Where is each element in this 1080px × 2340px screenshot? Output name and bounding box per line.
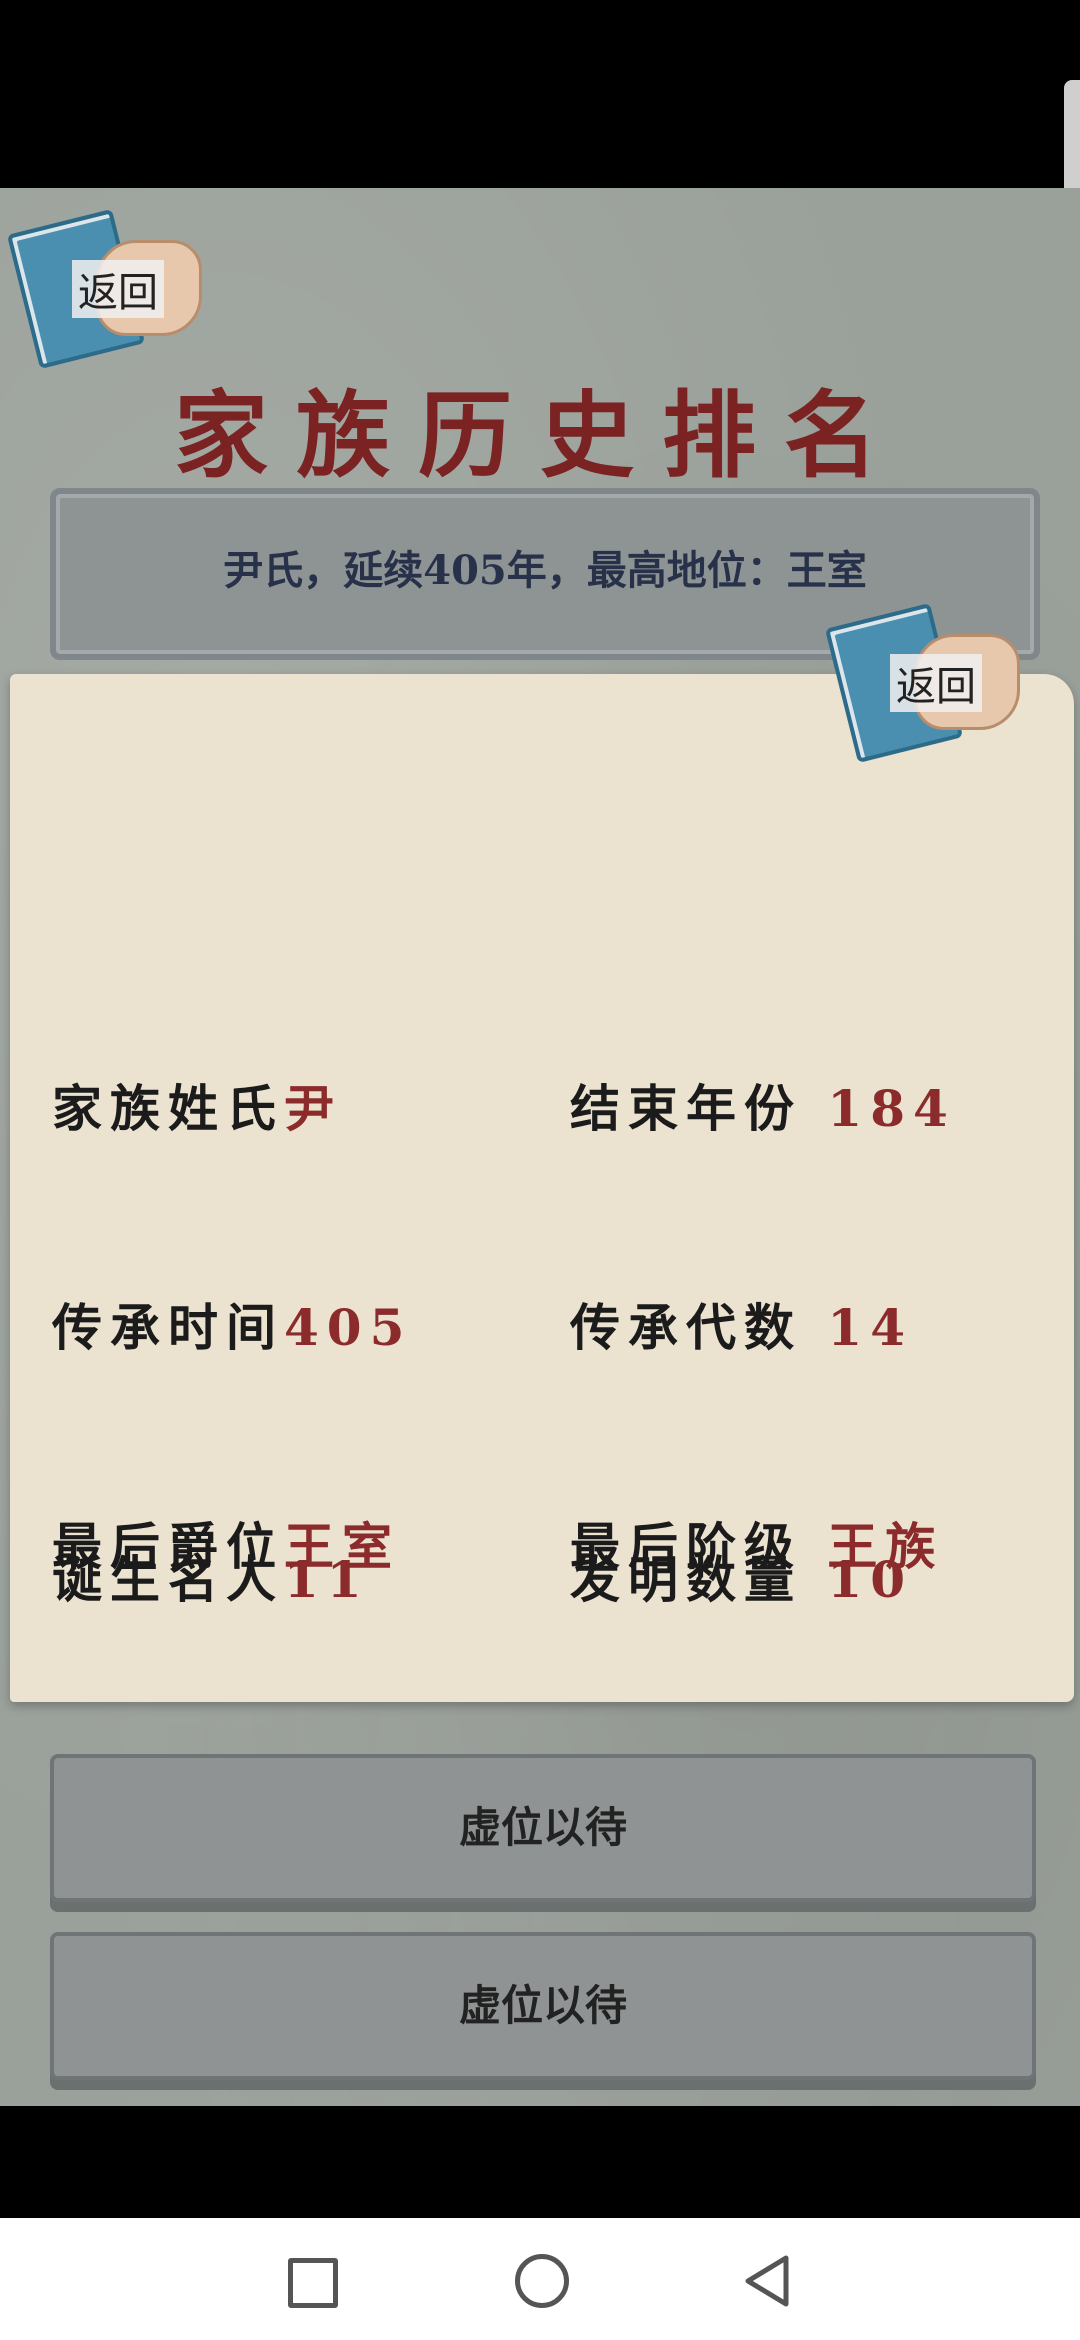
slot-label: 虚位以待 (458, 1803, 627, 1852)
page-title: 家族历史排名 (173, 381, 906, 491)
slot-label: 虚位以待 (458, 1981, 627, 2030)
empty-slot[interactable]: 虚位以待 (50, 1754, 1036, 1902)
recent-apps-icon[interactable] (288, 2258, 338, 2308)
empty-slot[interactable]: 虚位以待 (50, 1932, 1036, 2080)
detail-back-button[interactable]: 返回 (824, 602, 1024, 764)
summary-text: 尹氏，延续405年，最高地位：王室 (223, 547, 867, 594)
back-icon[interactable] (742, 2254, 792, 2308)
back-label: 返回 (890, 654, 982, 712)
back-button[interactable]: 返回 (6, 208, 206, 370)
field-famous-people: 诞生名人11 (52, 1550, 370, 1609)
status-bar (0, 0, 1080, 188)
field-inheritance-time: 传承时间405 (52, 1298, 413, 1357)
field-inventions: 发明数量 10 (570, 1550, 914, 1609)
field-end-year: 结束年份 184 (570, 1079, 956, 1138)
back-label: 返回 (72, 260, 164, 318)
field-generations: 传承代数 14 (570, 1298, 914, 1357)
field-family-surname: 家族姓氏尹 (52, 1079, 342, 1138)
navigation-bar (0, 2218, 1080, 2340)
home-icon[interactable] (515, 2254, 569, 2308)
game-screen: 返回 家族历史排名 尹氏，延续405年，最高地位：王室 虚位以待 虚位以待 家族… (0, 188, 1080, 2106)
